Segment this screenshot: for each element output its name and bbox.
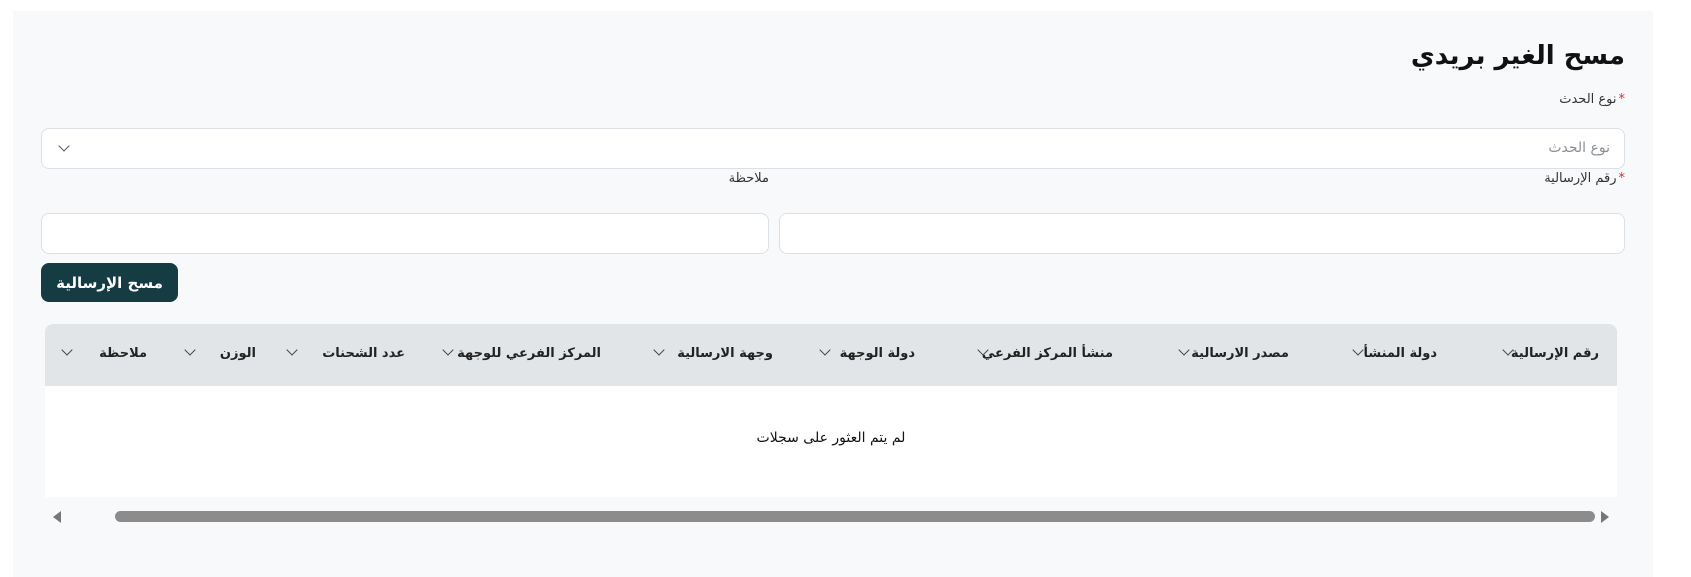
table-header: رقم الإرسالية دولة المنشأ مصدر الارسالية… (45, 324, 1617, 386)
column-header[interactable]: ملاحظة (61, 324, 147, 386)
column-header[interactable]: دولة الوجهة (819, 324, 915, 386)
shipment-number-label-text: رقم الإرسالية (1544, 171, 1617, 186)
event-type-label: *نوع الحدث (1559, 92, 1625, 107)
horizontal-scrollbar[interactable] (45, 507, 1617, 525)
column-header-label: ملاحظة (99, 346, 147, 361)
chevron-down-icon[interactable] (1352, 344, 1364, 356)
column-header[interactable]: الوزن (184, 324, 256, 386)
event-type-placeholder: نوع الحدث (1548, 140, 1610, 156)
event-type-label-text: نوع الحدث (1559, 92, 1617, 107)
required-mark: * (1618, 92, 1626, 107)
note-label: ملاحظة (728, 171, 769, 186)
results-table: رقم الإرسالية دولة المنشأ مصدر الارسالية… (45, 324, 1617, 497)
triangle-right-icon[interactable] (1601, 511, 1609, 523)
chevron-down-icon[interactable] (442, 344, 454, 356)
required-mark: * (1618, 171, 1626, 186)
chevron-down-icon (58, 140, 70, 152)
shipment-number-label: *رقم الإرسالية (1544, 171, 1625, 186)
column-header-label: مصدر الارسالية (1191, 346, 1289, 361)
table-body: لم يتم العثور على سجلات (45, 386, 1617, 497)
scan-shipment-button[interactable]: مسح الإرسالية (41, 263, 178, 302)
note-input[interactable] (41, 213, 769, 254)
column-header-label: الوزن (219, 346, 256, 361)
column-header[interactable]: المركز الفرعي للوجهة (442, 324, 601, 386)
event-type-select[interactable]: نوع الحدث (41, 128, 1625, 169)
column-header-label: دولة الوجهة (839, 346, 915, 361)
column-header-label: المركز الفرعي للوجهة (457, 346, 601, 361)
page-title: مسح الغير بريدي (1410, 41, 1625, 71)
chevron-down-icon[interactable] (1178, 344, 1190, 356)
chevron-down-icon[interactable] (819, 344, 831, 356)
chevron-down-icon[interactable] (286, 344, 298, 356)
column-header-label: منشأ المركز الفرعي (981, 346, 1113, 361)
column-header[interactable]: دولة المنشأ (1352, 324, 1437, 386)
shipment-number-input[interactable] (779, 213, 1625, 254)
scrollbar-thumb[interactable] (115, 511, 1595, 522)
triangle-left-icon[interactable] (53, 511, 61, 523)
column-header[interactable]: رقم الإرسالية (1502, 324, 1599, 386)
column-header-label: وجهة الارسالية (677, 346, 773, 361)
chevron-down-icon[interactable] (653, 344, 665, 356)
column-header[interactable]: عدد الشحنات (286, 324, 405, 386)
chevron-down-icon[interactable] (184, 344, 196, 356)
column-header[interactable]: مصدر الارسالية (1178, 324, 1289, 386)
column-header-label: عدد الشحنات (322, 346, 405, 361)
chevron-down-icon[interactable] (61, 344, 73, 356)
column-header-label: دولة المنشأ (1363, 346, 1437, 361)
column-header-label: رقم الإرسالية (1510, 346, 1599, 361)
column-header[interactable]: منشأ المركز الفرعي (977, 324, 1113, 386)
scan-panel: مسح الغير بريدي *نوع الحدث نوع الحدث *رق… (13, 11, 1653, 577)
column-header[interactable]: وجهة الارسالية (653, 324, 773, 386)
empty-state-message: لم يتم العثور على سجلات (756, 430, 906, 446)
